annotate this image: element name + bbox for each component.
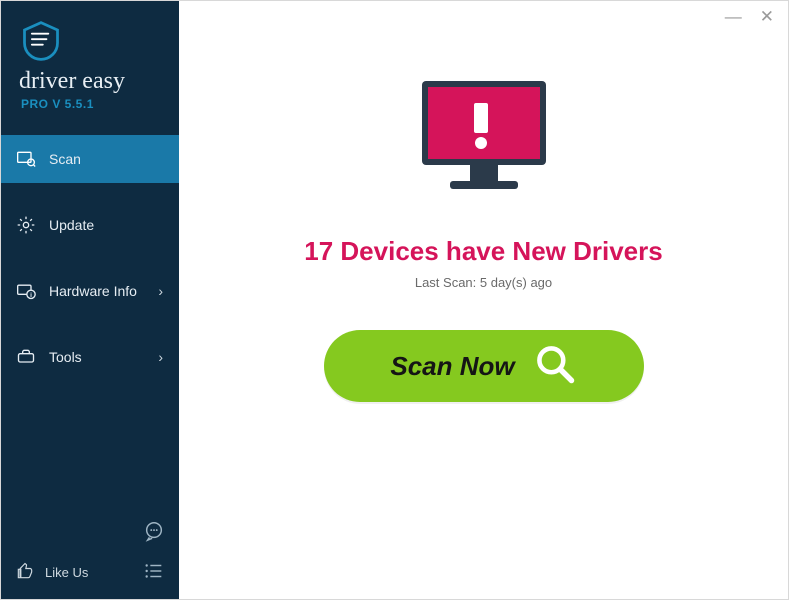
chevron-right-icon: › — [158, 283, 163, 299]
scan-now-button[interactable]: Scan Now — [324, 330, 644, 402]
minimize-button[interactable]: — — [725, 8, 742, 25]
sidebar-nav: Scan Update i Hardware Info › — [1, 135, 179, 399]
sidebar-item-hardware-info[interactable]: i Hardware Info › — [1, 267, 179, 315]
headline-text: 17 Devices have New Drivers — [304, 236, 662, 267]
sidebar-item-label: Scan — [49, 151, 81, 167]
alert-monitor-graphic — [399, 71, 569, 216]
sidebar: driver easy PRO V 5.5.1 Scan Upda — [1, 1, 179, 599]
thumbs-up-icon[interactable] — [15, 561, 35, 584]
like-us-label[interactable]: Like Us — [45, 565, 88, 580]
magnifier-icon — [533, 342, 577, 391]
brand-version: PRO V 5.5.1 — [21, 97, 179, 111]
sidebar-item-label: Update — [49, 217, 94, 233]
sidebar-item-label: Tools — [49, 349, 82, 365]
scan-icon — [15, 149, 37, 169]
tools-icon — [15, 347, 37, 367]
sidebar-item-update[interactable]: Update — [1, 201, 179, 249]
brand-name: driver easy — [19, 69, 179, 93]
hardware-info-icon: i — [15, 281, 37, 301]
menu-list-icon[interactable] — [143, 560, 165, 585]
close-button[interactable]: ✕ — [760, 8, 774, 25]
main-content: 17 Devices have New Drivers Last Scan: 5… — [179, 1, 788, 599]
sidebar-item-scan[interactable]: Scan — [1, 135, 179, 183]
sidebar-footer: Like Us — [1, 550, 179, 599]
sidebar-item-label: Hardware Info — [49, 283, 137, 299]
scan-now-label: Scan Now — [390, 351, 514, 382]
gear-icon — [15, 215, 37, 235]
last-scan-text: Last Scan: 5 day(s) ago — [415, 275, 552, 290]
feedback-icon[interactable] — [143, 520, 165, 547]
sidebar-item-tools[interactable]: Tools › — [1, 333, 179, 381]
chevron-right-icon: › — [158, 349, 163, 365]
title-bar: — ✕ — [1, 1, 788, 31]
svg-text:i: i — [30, 292, 32, 299]
